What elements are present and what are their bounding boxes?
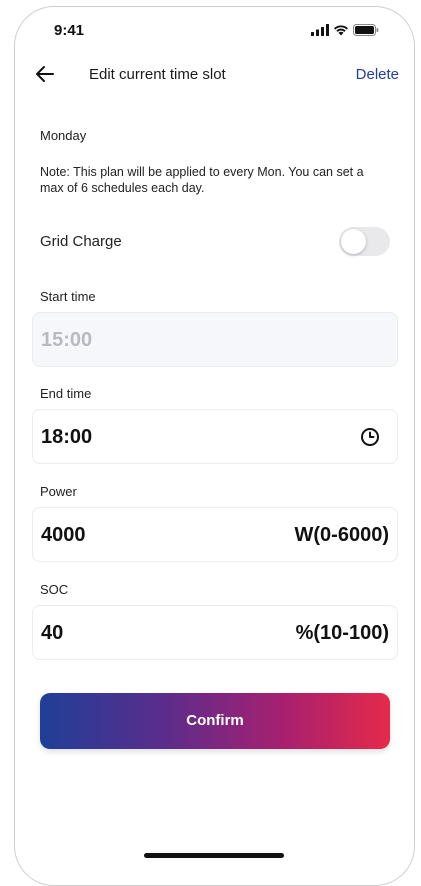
arrow-left-icon[interactable]	[33, 62, 57, 86]
power-range: W(0-6000)	[294, 524, 389, 546]
grid-charge-label: Grid Charge	[40, 233, 122, 250]
soc-field[interactable]: 40 %(10-100)	[32, 605, 398, 660]
signal-icon	[311, 24, 329, 36]
soc-range: %(10-100)	[295, 622, 389, 644]
start-time-field: 15:00	[32, 312, 398, 367]
schedule-note: Note: This plan will be applied to every…	[40, 165, 364, 195]
toggle-knob	[341, 229, 366, 254]
status-icons	[311, 24, 379, 36]
grid-charge-toggle[interactable]	[339, 227, 390, 256]
end-time-value: 18:00	[41, 426, 93, 448]
clock-icon[interactable]	[360, 427, 380, 447]
status-bar: 9:41	[14, 18, 415, 46]
start-time-value: 15:00	[41, 329, 93, 351]
power-field[interactable]: 4000 W(0-6000)	[32, 507, 398, 562]
phone-screen: 9:41 Edit current time slot Delete Monda…	[0, 0, 421, 886]
end-time-field[interactable]: 18:00	[32, 409, 398, 464]
home-indicator	[144, 853, 284, 858]
battery-icon	[353, 24, 379, 36]
end-time-label: End time	[40, 386, 92, 401]
confirm-button[interactable]: Confirm	[40, 693, 390, 749]
top-app-bar: Edit current time slot Delete	[14, 58, 415, 92]
power-label: Power	[40, 484, 77, 499]
delete-button[interactable]: Delete	[356, 66, 399, 83]
soc-label: SOC	[40, 582, 69, 597]
start-time-label: Start time	[40, 289, 96, 304]
wifi-icon	[334, 25, 348, 36]
power-value: 4000	[41, 524, 86, 546]
page-title: Edit current time slot	[89, 66, 226, 83]
status-time: 9:41	[54, 22, 85, 39]
day-label: Monday	[40, 128, 87, 143]
soc-value: 40	[41, 622, 64, 644]
